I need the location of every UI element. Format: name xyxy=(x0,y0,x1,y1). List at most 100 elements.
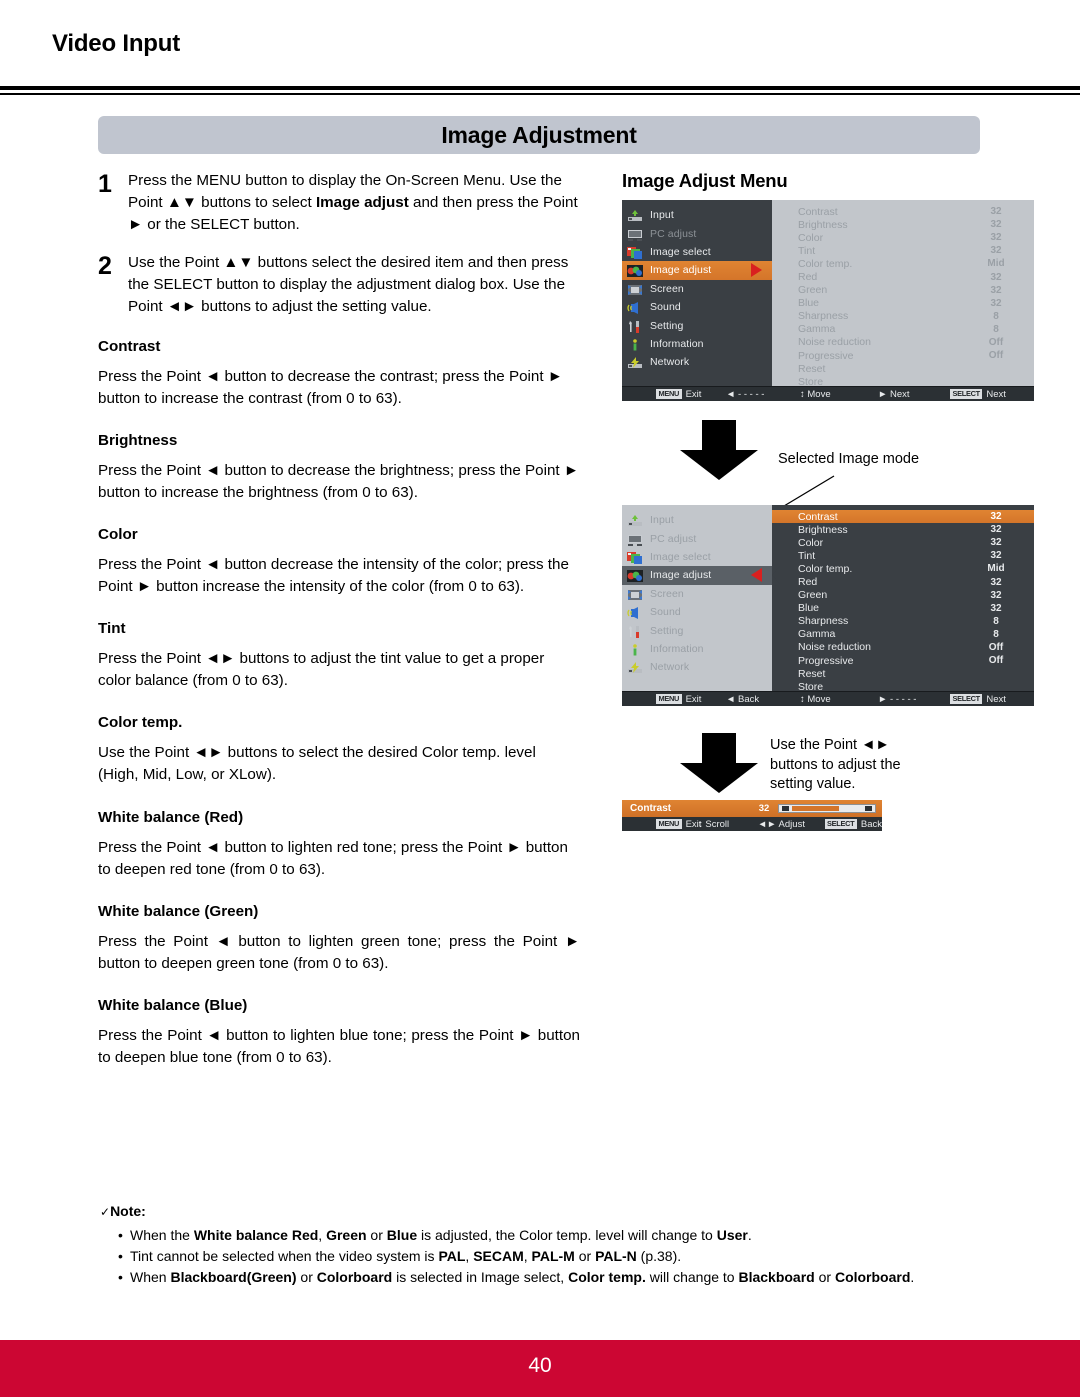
osd-setting-row[interactable]: Contrast 32 xyxy=(772,510,1034,524)
osd-sidebar-item-input[interactable]: Input xyxy=(622,511,772,529)
osd-status-label: Next xyxy=(986,388,1006,400)
osd-setting-row[interactable]: Brightness 32 xyxy=(772,218,1034,231)
osd-setting-row[interactable]: Green 32 xyxy=(772,589,1034,602)
osd-setting-row[interactable]: Green 32 xyxy=(772,284,1034,297)
osd-setting-row[interactable]: Store xyxy=(772,680,1034,693)
osd-sidebar-item-image-adjust[interactable]: Image adjust xyxy=(622,261,772,280)
image-select-icon xyxy=(627,551,643,564)
arrow-left-icon xyxy=(751,568,762,583)
osd-setting-row[interactable]: Store xyxy=(772,375,1034,388)
osd-setting-row[interactable]: Progressive Off xyxy=(772,349,1034,362)
osd-setting-row[interactable]: Noise reduction Off xyxy=(772,641,1034,654)
note-title: ✓Note: xyxy=(100,1203,1000,1219)
section-title: Video Input xyxy=(52,30,181,57)
osd-status-segment: ↕ Move xyxy=(800,694,878,705)
osd-setting-value: Mid xyxy=(987,258,1005,270)
osd-sidebar-item-setting[interactable]: Setting xyxy=(622,316,772,334)
note-item: When the White balance Red, Green or Blu… xyxy=(118,1225,1000,1246)
osd-setting-row[interactable]: Tint 32 xyxy=(772,549,1034,562)
osd-setting-row[interactable]: Color temp. Mid xyxy=(772,257,1034,270)
slider-left-handle[interactable] xyxy=(781,806,789,811)
osd-setting-row[interactable]: Color 32 xyxy=(772,536,1034,549)
osd-sidebar-item-screen[interactable]: Screen xyxy=(622,585,772,603)
page-footer: 40 xyxy=(0,1340,1080,1397)
monitor-icon xyxy=(627,228,643,241)
osd-sidebar-item-network[interactable]: Network xyxy=(622,658,772,676)
osd-sidebar-label: Image adjust xyxy=(650,264,712,277)
osd-setting-name: Blue xyxy=(798,297,820,310)
osd-setting-row[interactable]: Sharpness 8 xyxy=(772,615,1034,628)
osd-status-label: ► Next xyxy=(878,388,910,400)
instruction-step: 2 Use the Point ▲▼ buttons select the des… xyxy=(98,252,580,318)
osd-setting-name: Color xyxy=(798,536,824,549)
osd-sidebar-item-pc-adjust[interactable]: PC adjust xyxy=(622,224,772,242)
osd-setting-row[interactable]: Sharpness 8 xyxy=(772,310,1034,323)
page-banner: Image Adjustment xyxy=(98,116,980,154)
osd-sidebar-item-image-adjust[interactable]: Image adjust xyxy=(622,566,772,585)
osd-setting-row[interactable]: Red 32 xyxy=(772,575,1034,588)
contrast-slider[interactable] xyxy=(778,804,876,813)
osd-menu-heading: Image Adjust Menu xyxy=(622,170,788,191)
section-body: Press the Point ◄ button to lighten gree… xyxy=(98,932,580,972)
osd-screenshot-2: Input PC adjust Image select Image adjust Sc… xyxy=(622,505,1034,706)
osd-status-segment: ► Next xyxy=(878,389,950,400)
osd-setting-row[interactable]: Blue 32 xyxy=(772,297,1034,310)
osd-setting-row[interactable]: Brightness 32 xyxy=(772,523,1034,536)
contrast-dialog-status-bar: MENU Exit ↕ Scroll ◄► Adjust SELECT Back xyxy=(622,817,882,831)
osd-sidebar-item-network[interactable]: Network xyxy=(622,353,772,371)
osd-sidebar-item-information[interactable]: Information xyxy=(622,335,772,353)
osd-setting-name: Color temp. xyxy=(798,257,853,270)
contrast-dialog-row[interactable]: Contrast 32 xyxy=(622,800,882,817)
osd-sidebar-item-setting[interactable]: Setting xyxy=(622,621,772,639)
slider-right-handle[interactable] xyxy=(865,806,873,811)
osd-setting-value: 32 xyxy=(990,219,1002,231)
osd-setting-value: 32 xyxy=(990,550,1002,562)
osd-setting-row[interactable]: Gamma 8 xyxy=(772,323,1034,336)
osd-sidebar-item-input[interactable]: Input xyxy=(622,206,772,224)
osd-setting-value: 32 xyxy=(990,511,1002,523)
osd-setting-row[interactable]: Blue 32 xyxy=(772,602,1034,615)
osd-setting-row[interactable]: Progressive Off xyxy=(772,654,1034,667)
osd-setting-row[interactable]: Color temp. Mid xyxy=(772,562,1034,575)
osd-setting-row[interactable]: Contrast 32 xyxy=(772,205,1034,218)
osd-setting-name: Tint xyxy=(798,549,816,562)
key-menu-icon: MENU xyxy=(656,693,682,705)
osd-setting-value: 8 xyxy=(993,323,999,335)
osd-setting-value: 32 xyxy=(990,206,1002,218)
note-item: Tint cannot be selected when the video s… xyxy=(118,1246,1000,1267)
osd-setting-row[interactable]: Color 32 xyxy=(772,231,1034,244)
osd-setting-name: Noise reduction xyxy=(798,336,871,349)
key-select-icon: SELECT xyxy=(824,818,857,830)
osd-setting-row[interactable]: Reset xyxy=(772,362,1034,375)
osd-sidebar-item-information[interactable]: Information xyxy=(622,640,772,658)
osd-setting-row[interactable]: Red 32 xyxy=(772,270,1034,283)
osd-setting-name: Store xyxy=(798,375,824,388)
flow-arrow-1 xyxy=(680,420,758,480)
osd-sidebar-item-pc-adjust[interactable]: PC adjust xyxy=(622,529,772,547)
osd-setting-value: Off xyxy=(988,336,1004,348)
osd-sidebar-label: Image select xyxy=(650,245,711,258)
osd-setting-name: Green xyxy=(798,589,828,602)
tools-icon xyxy=(627,625,643,638)
osd-status-segment: ↕ Move xyxy=(800,389,878,400)
osd-status-segment: MENU Exit xyxy=(622,818,701,830)
osd-setting-name: Red xyxy=(798,576,818,589)
key-menu-icon: MENU xyxy=(656,818,682,830)
osd-setting-value: 32 xyxy=(990,297,1002,309)
osd-sidebar-item-sound[interactable]: Sound xyxy=(622,603,772,621)
osd-sidebar-label: Sound xyxy=(650,606,681,619)
osd-sidebar-item-image-select[interactable]: Image select xyxy=(622,548,772,566)
osd-status-segment: ◄ Back xyxy=(726,694,800,705)
step-number: 1 xyxy=(98,170,112,198)
osd-sidebar-item-image-select[interactable]: Image select xyxy=(622,243,772,261)
osd-setting-row[interactable]: Noise reduction Off xyxy=(772,336,1034,349)
osd-setting-value: 32 xyxy=(990,589,1002,601)
osd-sidebar-item-screen[interactable]: Screen xyxy=(622,280,772,298)
osd-sidebar-item-sound[interactable]: Sound xyxy=(622,298,772,316)
osd-setting-row[interactable]: Gamma 8 xyxy=(772,628,1034,641)
osd-setting-row[interactable]: Tint 32 xyxy=(772,244,1034,257)
osd-setting-name: Contrast xyxy=(798,205,838,218)
adjust-value-callout: Use the Point ◄► buttons to adjust the s… xyxy=(770,737,901,793)
osd-setting-row[interactable]: Reset xyxy=(772,667,1034,680)
osd-status-label: Exit xyxy=(685,388,702,400)
